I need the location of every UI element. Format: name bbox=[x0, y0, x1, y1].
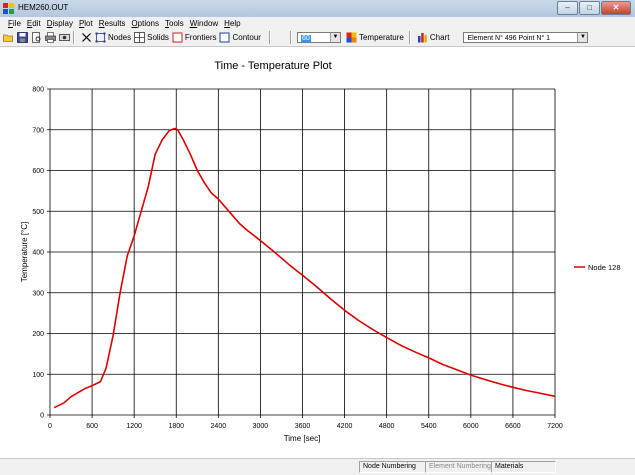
toolbar-separator bbox=[408, 31, 411, 44]
y-axis-label: Temperature [°C] bbox=[20, 222, 29, 283]
x-axis-ticks: 0 600 1200 1800 2400 3000 3600 4200 4800 5400 6000… bbox=[48, 423, 563, 430]
window-title: HEM260.OUT bbox=[18, 3, 69, 12]
menu-options-label: ptions bbox=[137, 18, 160, 28]
contour-icon[interactable] bbox=[219, 32, 230, 43]
solids-toggle[interactable]: Solids bbox=[147, 33, 169, 42]
y-tick-label: 600 bbox=[32, 168, 44, 175]
cross-icon[interactable] bbox=[81, 32, 92, 43]
y-tick-label: 800 bbox=[32, 87, 44, 94]
menu-window[interactable]: Window bbox=[187, 19, 221, 28]
x-tick-label: 1200 bbox=[126, 423, 142, 430]
legend-label: Node 128 bbox=[588, 263, 621, 272]
y-tick-label: 0 bbox=[40, 413, 44, 420]
menu-bar: File Edit Display Plot Results Options T… bbox=[0, 17, 635, 29]
menu-display[interactable]: Display bbox=[44, 19, 76, 28]
title-bar[interactable]: HEM260.OUT – □ ✕ bbox=[0, 0, 635, 18]
y-tick-label: 100 bbox=[32, 372, 44, 379]
menu-results[interactable]: Results bbox=[96, 19, 129, 28]
solids-icon[interactable] bbox=[134, 32, 146, 43]
menu-file-label: ile bbox=[12, 18, 21, 28]
toolbar-separator bbox=[268, 31, 271, 44]
toolbar-separator bbox=[73, 31, 75, 44]
toolbar: Nodes Solids Frontiers Contour 60 ▼ Temp… bbox=[0, 29, 635, 47]
x-tick-label: 0 bbox=[48, 423, 52, 430]
zoom-value: 60 bbox=[300, 35, 311, 42]
menu-help-label: elp bbox=[229, 18, 241, 28]
zoom-select[interactable]: 60 ▼ bbox=[296, 32, 341, 43]
element-point-select[interactable]: Element N° 496 Point N° 1 ▼ bbox=[463, 32, 589, 43]
time-temperature-chart: Time - Temperature Plot 0 600 1200 1800 2400… bbox=[20, 60, 621, 443]
minimize-button[interactable]: – bbox=[557, 1, 578, 15]
status-materials: Materials bbox=[491, 461, 556, 473]
contour-toggle[interactable]: Contour bbox=[232, 33, 260, 42]
menu-options[interactable]: Options bbox=[128, 19, 162, 28]
save-disk-icon[interactable] bbox=[17, 32, 28, 43]
chevron-down-icon[interactable]: ▼ bbox=[329, 33, 340, 42]
open-folder-icon[interactable] bbox=[3, 32, 14, 43]
x-axis-label: Time [sec] bbox=[284, 434, 321, 443]
frontiers-toggle[interactable]: Frontiers bbox=[185, 33, 217, 42]
menu-plot[interactable]: Plot bbox=[76, 19, 96, 28]
status-bar: Node Numbering Element Numbering Materia… bbox=[0, 458, 635, 475]
x-tick-label: 3600 bbox=[295, 423, 311, 430]
close-button[interactable]: ✕ bbox=[601, 1, 631, 15]
element-point-value: Element N° 496 Point N° 1 bbox=[467, 35, 551, 42]
x-tick-label: 2400 bbox=[211, 423, 227, 430]
y-tick-label: 500 bbox=[32, 209, 44, 216]
menu-help[interactable]: Help bbox=[221, 19, 243, 28]
menu-results-label: esults bbox=[104, 18, 126, 28]
menu-display-label: isplay bbox=[52, 18, 73, 28]
nodes-toggle[interactable]: Nodes bbox=[108, 33, 131, 42]
menu-tools-label: ools bbox=[169, 18, 184, 28]
menu-plot-label: lot bbox=[84, 18, 93, 28]
menu-edit-label: dit bbox=[32, 18, 41, 28]
temperature-button[interactable]: Temperature bbox=[359, 33, 404, 42]
menu-tools[interactable]: Tools bbox=[162, 19, 187, 28]
y-tick-label: 200 bbox=[32, 331, 44, 338]
legend: Node 128 bbox=[574, 263, 621, 272]
x-tick-label: 4800 bbox=[379, 423, 395, 430]
x-tick-label: 6600 bbox=[505, 423, 521, 430]
print-preview-icon[interactable] bbox=[31, 32, 42, 43]
app-icon bbox=[3, 3, 14, 14]
chart-button[interactable]: Chart bbox=[430, 33, 450, 42]
x-tick-label: 7200 bbox=[547, 423, 563, 430]
y-tick-label: 400 bbox=[32, 250, 44, 257]
y-tick-label: 300 bbox=[32, 290, 44, 297]
chart-title: Time - Temperature Plot bbox=[214, 60, 331, 72]
window-controls: – □ ✕ bbox=[557, 1, 631, 15]
x-tick-label: 6000 bbox=[463, 423, 479, 430]
chevron-down-icon[interactable]: ▼ bbox=[577, 33, 588, 42]
x-tick-label: 1800 bbox=[168, 423, 184, 430]
temperature-icon[interactable] bbox=[346, 32, 357, 43]
status-element-numbering: Element Numbering bbox=[425, 461, 492, 473]
x-tick-label: 5400 bbox=[421, 423, 437, 430]
menu-window-label: indow bbox=[197, 18, 219, 28]
maximize-button[interactable]: □ bbox=[579, 1, 600, 15]
y-tick-label: 700 bbox=[32, 127, 44, 134]
plot-canvas: Time - Temperature Plot 0 600 1200 1800 2400… bbox=[5, 47, 630, 457]
menu-edit[interactable]: Edit bbox=[24, 19, 44, 28]
print-icon[interactable] bbox=[45, 32, 56, 43]
x-tick-label: 4200 bbox=[337, 423, 353, 430]
x-tick-label: 3000 bbox=[253, 423, 269, 430]
chart-icon[interactable] bbox=[417, 32, 428, 43]
chart-grid bbox=[47, 88, 556, 418]
view-icon[interactable] bbox=[59, 32, 70, 43]
menu-file[interactable]: File bbox=[5, 19, 24, 28]
toolbar-separator bbox=[289, 31, 292, 44]
y-axis-ticks: 0 100 200 300 400 500 600 700 800 bbox=[32, 87, 44, 420]
x-tick-label: 600 bbox=[86, 423, 98, 430]
nodes-icon[interactable] bbox=[95, 32, 106, 43]
frontiers-icon[interactable] bbox=[172, 32, 183, 43]
status-node-numbering: Node Numbering bbox=[359, 461, 426, 473]
